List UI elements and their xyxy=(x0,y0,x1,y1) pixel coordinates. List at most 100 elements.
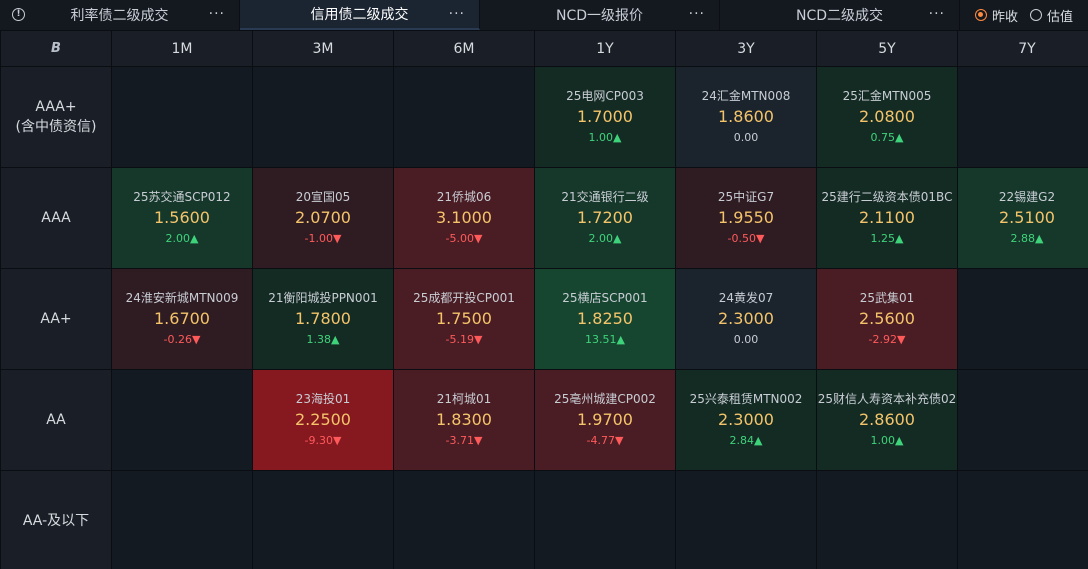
matrix-cell-bond[interactable]: 25汇金MTN005 2.0800 0.75▲ xyxy=(817,67,957,167)
bond-yield: 1.5600 xyxy=(154,208,210,227)
bond-name: 21衡阳城投PPN001 xyxy=(268,291,378,305)
yield-change: 0.00 xyxy=(733,131,759,144)
column-header-1y[interactable]: 1Y xyxy=(535,31,675,66)
bond-name: 24汇金MTN008 xyxy=(701,89,791,103)
bond-name: 25财信人寿资本补充债02 xyxy=(817,392,957,406)
bond-yield: 3.1000 xyxy=(436,208,492,227)
radio-selected-icon[interactable] xyxy=(974,9,987,21)
rating-tenor-matrix: B 1M 3M 6M 1Y 3Y 5Y 7Y AAA+ (含中债资信) 25电网CP003 1.70… xyxy=(0,30,1088,569)
matrix-cell-bond[interactable]: 24汇金MTN008 1.8600 0.00 xyxy=(676,67,816,167)
bond-yield: 1.8300 xyxy=(436,410,492,429)
matrix-cell-bond[interactable]: 21衡阳城投PPN001 1.7800 1.38▲ xyxy=(253,269,393,369)
yield-change: 1.25▲ xyxy=(870,232,904,245)
bond-yield: 1.7200 xyxy=(577,208,633,227)
tab-rate-bond-secondary[interactable]: ! 利率债二级成交 ··· xyxy=(0,0,240,30)
bond-name: 22锡建G2 xyxy=(998,190,1056,204)
matrix-cell-bond[interactable]: 24黄发07 2.3000 0.00 xyxy=(676,269,816,369)
radio-prev-close[interactable]: 昨收 xyxy=(974,6,1018,25)
column-header-6m[interactable]: 6M xyxy=(394,31,534,66)
yield-change: -2.92▼ xyxy=(868,333,906,346)
matrix-cell-empty xyxy=(394,471,534,569)
bond-yield: 2.1100 xyxy=(859,208,915,227)
bond-name: 25苏交通SCP012 xyxy=(133,190,231,204)
matrix-cell-bond[interactable]: 20宣国05 2.0700 -1.00▼ xyxy=(253,168,393,268)
more-icon[interactable]: ··· xyxy=(449,7,465,21)
matrix-cell-empty xyxy=(112,67,252,167)
rating-label: AA-及以下 xyxy=(22,513,90,529)
bond-name: 20宣国05 xyxy=(295,190,351,204)
matrix-cell-bond[interactable]: 25横店SCP001 1.8250 13.51▲ xyxy=(535,269,675,369)
column-header-5y[interactable]: 5Y xyxy=(817,31,957,66)
brand-logo-icon: B xyxy=(51,41,61,56)
yield-change: -3.71▼ xyxy=(445,434,483,447)
matrix-cell-bond[interactable]: 25苏交通SCP012 1.5600 2.00▲ xyxy=(112,168,252,268)
matrix-cell-bond[interactable]: 21侨城06 3.1000 -5.00▼ xyxy=(394,168,534,268)
matrix-cell-bond[interactable]: 25亳州城建CP002 1.9700 -4.77▼ xyxy=(535,370,675,470)
yield-change: -0.26▼ xyxy=(163,333,201,346)
column-header-3y[interactable]: 3Y xyxy=(676,31,816,66)
corner-cell: B xyxy=(1,31,111,66)
bond-name: 25中证G7 xyxy=(717,190,775,204)
yield-change: -0.50▼ xyxy=(727,232,765,245)
matrix-cell-empty xyxy=(958,269,1088,369)
matrix-cell-bond[interactable]: 21交通银行二级 1.7200 2.00▲ xyxy=(535,168,675,268)
matrix-cell-bond[interactable]: 25武集01 2.5600 -2.92▼ xyxy=(817,269,957,369)
row-header-rating: AAA+ (含中债资信) xyxy=(1,67,111,167)
matrix-cell-bond[interactable]: 25中证G7 1.9550 -0.50▼ xyxy=(676,168,816,268)
matrix-cell-bond[interactable]: 23海投01 2.2500 -9.30▼ xyxy=(253,370,393,470)
bond-name: 25横店SCP001 xyxy=(562,291,648,305)
matrix-cell-bond[interactable]: 25电网CP003 1.7000 1.00▲ xyxy=(535,67,675,167)
tab-credit-bond-secondary[interactable]: 信用债二级成交 ··· xyxy=(240,0,480,30)
matrix-cell-empty xyxy=(535,471,675,569)
bond-name: 21侨城06 xyxy=(436,190,492,204)
bond-yield: 1.6700 xyxy=(154,309,210,328)
tab-label: NCD二级成交 xyxy=(795,8,884,24)
bond-name: 21交通银行二级 xyxy=(561,190,649,204)
yield-change: 0.75▲ xyxy=(870,131,904,144)
more-icon[interactable]: ··· xyxy=(209,7,225,21)
bond-name: 25亳州城建CP002 xyxy=(554,392,656,406)
yield-change: -4.77▼ xyxy=(586,434,624,447)
column-header-7y[interactable]: 7Y xyxy=(958,31,1088,66)
bond-yield: 2.5100 xyxy=(999,208,1055,227)
matrix-cell-bond[interactable]: 22锡建G2 2.5100 2.88▲ xyxy=(958,168,1088,268)
bond-name: 25电网CP003 xyxy=(566,89,644,103)
yield-change: 2.00▲ xyxy=(165,232,199,245)
radio-valuation[interactable]: 估值 xyxy=(1030,6,1073,25)
matrix-cell-empty xyxy=(676,471,816,569)
yield-change: 13.51▲ xyxy=(585,333,625,346)
column-header-1m[interactable]: 1M xyxy=(112,31,252,66)
yield-change: -5.00▼ xyxy=(445,232,483,245)
bond-yield: 2.0800 xyxy=(859,107,915,126)
matrix-cell-empty xyxy=(253,67,393,167)
radio-label: 昨收 xyxy=(991,9,1018,25)
row-header-rating: AA xyxy=(1,370,111,470)
matrix-cell-bond[interactable]: 25财信人寿资本补充债02 2.8600 1.00▲ xyxy=(817,370,957,470)
yield-change: -9.30▼ xyxy=(304,434,342,447)
bond-name: 25兴泰租赁MTN002 xyxy=(689,392,803,406)
matrix-cell-bond[interactable]: 24淮安新城MTN009 1.6700 -0.26▼ xyxy=(112,269,252,369)
info-icon[interactable]: ! xyxy=(12,8,25,21)
matrix-cell-bond[interactable]: 25兴泰租赁MTN002 2.3000 2.84▲ xyxy=(676,370,816,470)
matrix-cell-empty xyxy=(817,471,957,569)
row-header-rating: AAA xyxy=(1,168,111,268)
yield-change: 1.38▲ xyxy=(306,333,340,346)
bond-yield: 1.9700 xyxy=(577,410,633,429)
matrix-cell-empty xyxy=(394,67,534,167)
matrix-cell-bond[interactable]: 25建行二级资本债01BC 2.1100 1.25▲ xyxy=(817,168,957,268)
bond-yield: 2.2500 xyxy=(295,410,351,429)
matrix-cell-bond[interactable]: 25成都开投CP001 1.7500 -5.19▼ xyxy=(394,269,534,369)
bond-yield: 2.5600 xyxy=(859,309,915,328)
bond-yield: 1.7000 xyxy=(577,107,633,126)
rating-label: AA+ xyxy=(40,311,72,327)
tab-label: 利率债二级成交 xyxy=(70,8,169,24)
row-header-rating: AA-及以下 xyxy=(1,471,111,569)
column-header-3m[interactable]: 3M xyxy=(253,31,393,66)
more-icon[interactable]: ··· xyxy=(689,7,705,21)
tab-ncd-secondary[interactable]: NCD二级成交 ··· xyxy=(720,0,960,30)
radio-unselected-icon[interactable] xyxy=(1030,9,1042,21)
bond-yield: 2.3000 xyxy=(718,309,774,328)
more-icon[interactable]: ··· xyxy=(929,7,945,21)
matrix-cell-bond[interactable]: 21柯城01 1.8300 -3.71▼ xyxy=(394,370,534,470)
tab-ncd-primary-quote[interactable]: NCD一级报价 ··· xyxy=(480,0,720,30)
